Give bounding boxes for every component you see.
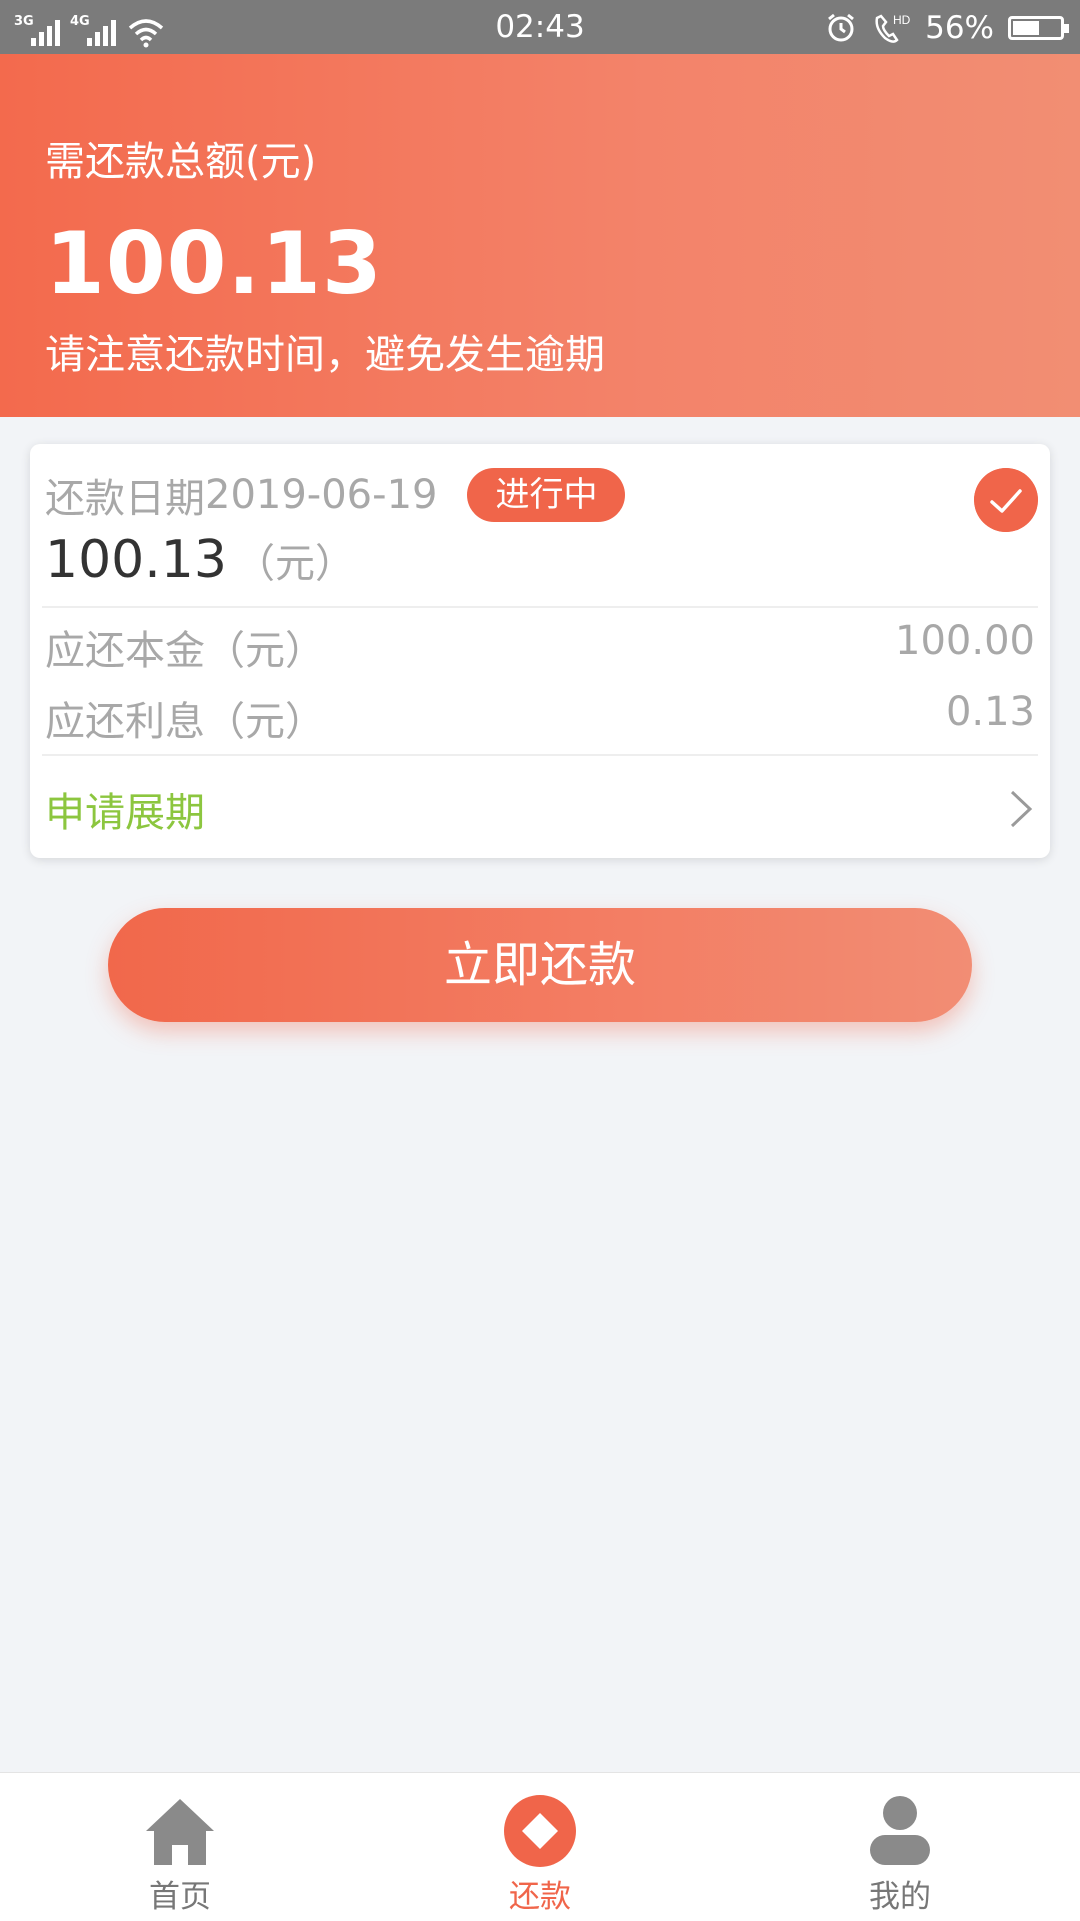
date-row: 还款日期 2019-06-19 进行中 bbox=[45, 466, 626, 524]
hd-call-icon: HD bbox=[875, 13, 911, 43]
due-date-label: 还款日期 bbox=[45, 476, 205, 522]
interest-label: 应还利息（元） bbox=[45, 699, 325, 745]
repay-now-button[interactable]: 立即还款 bbox=[108, 908, 972, 1022]
status-bar: 3G 4G 02:43 HD 56% bbox=[0, 0, 1080, 54]
divider bbox=[42, 606, 1038, 608]
divider bbox=[42, 754, 1038, 756]
principal-label: 应还本金（元） bbox=[45, 628, 325, 674]
total-due-label: 需还款总额(元) bbox=[45, 139, 317, 185]
svg-text:HD: HD bbox=[893, 13, 911, 27]
battery-percentage: 56% bbox=[925, 10, 994, 46]
status-badge: 进行中 bbox=[467, 468, 626, 522]
check-icon[interactable] bbox=[974, 468, 1038, 532]
nav-label-mine: 我的 bbox=[869, 1879, 931, 1915]
nav-label-home: 首页 bbox=[149, 1879, 211, 1915]
repayment-card[interactable]: 还款日期 2019-06-19 进行中 100.13 （元） 应还本金（元） 1… bbox=[30, 444, 1050, 858]
principal-row: 应还本金（元） 100.00 bbox=[45, 618, 1035, 676]
nav-label-repay: 还款 bbox=[509, 1879, 571, 1915]
user-icon bbox=[870, 1796, 930, 1865]
repayment-header: 需还款总额(元) 100.13 请注意还款时间，避免发生逾期 bbox=[0, 54, 1080, 417]
interest-value: 0.13 bbox=[945, 689, 1035, 735]
chevron-right-icon[interactable] bbox=[1006, 784, 1036, 834]
interest-row: 应还利息（元） 0.13 bbox=[45, 689, 1035, 747]
battery-fill bbox=[1013, 21, 1039, 35]
status-right: HD 56% bbox=[825, 8, 1069, 48]
nav-item-repay[interactable]: 还款 bbox=[360, 1773, 720, 1921]
alarm-icon bbox=[828, 13, 855, 42]
nav-item-mine[interactable]: 我的 bbox=[720, 1773, 1080, 1921]
due-date-value: 2019-06-19 bbox=[205, 472, 438, 518]
total-due-amount: 100.13 bbox=[45, 214, 383, 314]
apply-extension-link[interactable]: 申请展期 bbox=[45, 780, 205, 838]
repay-icon bbox=[504, 1795, 576, 1867]
nav-item-home[interactable]: 首页 bbox=[0, 1773, 360, 1921]
battery-icon bbox=[1008, 16, 1069, 40]
home-icon bbox=[146, 1799, 214, 1865]
card-amount: 100.13 bbox=[45, 530, 227, 590]
principal-value: 100.00 bbox=[895, 618, 1035, 664]
repayment-tip: 请注意还款时间，避免发生逾期 bbox=[45, 332, 605, 378]
bottom-nav: 首页 还款 我的 bbox=[0, 1772, 1080, 1921]
card-amount-unit: （元） bbox=[234, 541, 355, 587]
card-amount-row: 100.13 （元） bbox=[45, 530, 355, 590]
